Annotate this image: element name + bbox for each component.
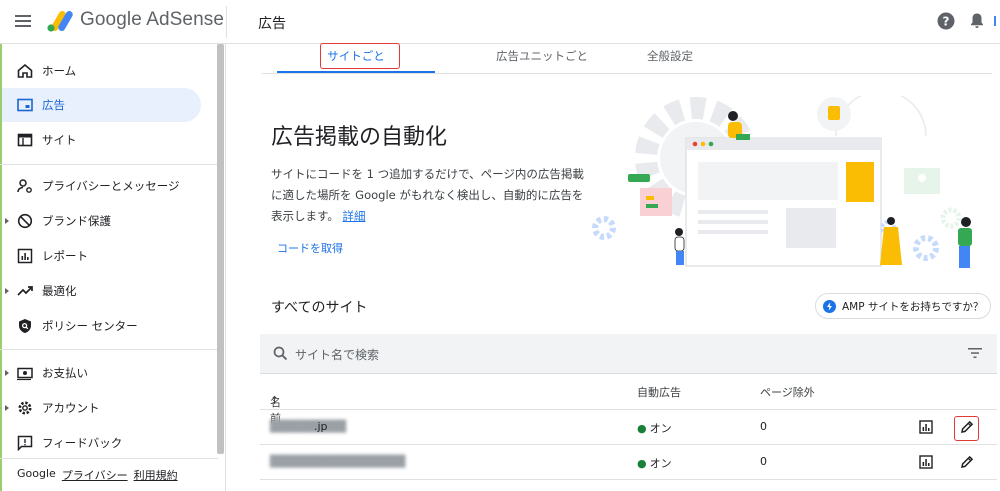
site-name-suffix: .jp bbox=[314, 420, 328, 433]
home-icon bbox=[17, 63, 33, 78]
hero-description: サイトにコードを 1 つ追加するだけで、ページ内の広告掲載に適した場所を Goo… bbox=[271, 164, 589, 227]
sidebar-item-privacy-messaging[interactable]: プライバシーとメッセージ bbox=[2, 169, 201, 203]
sidebar-item-feedback[interactable]: フィードバック bbox=[2, 426, 201, 460]
sidebar-item-account[interactable]: アカウント bbox=[2, 391, 201, 425]
help-icon[interactable]: ? bbox=[937, 12, 955, 30]
sidebar-item-label: 広告 bbox=[42, 98, 65, 112]
sidebar-divider bbox=[0, 458, 218, 459]
lightning-bolt-icon bbox=[823, 299, 836, 313]
edit-pencil-icon[interactable] bbox=[960, 455, 974, 469]
site-name-blurred: ████████████████ bbox=[270, 455, 406, 468]
sidebar-scrollbar[interactable] bbox=[217, 44, 224, 454]
payments-icon bbox=[17, 367, 33, 381]
sidebar-item-label: サイト bbox=[42, 133, 77, 147]
hero-description-text: サイトにコードを 1 つ追加するだけで、ページ内の広告掲載に適した場所を Goo… bbox=[271, 167, 584, 223]
sort-arrow-up-icon: ↑ bbox=[270, 394, 280, 407]
amp-sites-button[interactable]: AMP サイトをお持ちですか？ bbox=[815, 293, 991, 319]
sidebar-item-home[interactable]: ホーム bbox=[2, 54, 201, 88]
ads-icon bbox=[17, 98, 33, 112]
sidebar-item-label: お支払い bbox=[42, 366, 88, 380]
amp-button-label: AMP サイトをお持ちですか？ bbox=[842, 300, 984, 313]
privacy-link[interactable]: プライバシー bbox=[62, 467, 128, 483]
filter-icon[interactable] bbox=[968, 347, 982, 359]
sidebar-item-label: ホーム bbox=[42, 64, 77, 78]
sidebar-item-sites[interactable]: サイト bbox=[2, 123, 201, 157]
sidebar-item-label: 最適化 bbox=[42, 284, 77, 298]
active-tab-indicator bbox=[277, 71, 435, 73]
sidebar-item-payments[interactable]: お支払い bbox=[2, 356, 201, 390]
highlight-box bbox=[320, 43, 400, 69]
sites-icon bbox=[17, 133, 33, 147]
column-header-page-exclusions[interactable]: ページ除外 bbox=[760, 384, 815, 400]
sidebar-item-label: ブランド保護 bbox=[42, 214, 111, 228]
avatar[interactable] bbox=[994, 16, 1000, 26]
learn-more-link[interactable]: 詳細 bbox=[343, 209, 366, 223]
policy-shield-icon bbox=[19, 319, 31, 333]
search-input[interactable]: サイト名で検索 bbox=[295, 346, 379, 363]
sidebar-item-label: フィードバック bbox=[42, 436, 123, 450]
get-code-button[interactable]: コードを取得 bbox=[277, 240, 343, 256]
site-search-bar[interactable]: サイト名で検索 bbox=[260, 334, 997, 374]
sidebar-item-brand-safety[interactable]: ブランド保護 bbox=[2, 204, 201, 238]
svg-text:?: ? bbox=[943, 15, 950, 29]
sidebar-item-reports[interactable]: レポート bbox=[2, 239, 201, 273]
tab-global-settings[interactable]: 全般設定 bbox=[612, 44, 728, 74]
status-dot-icon: ● bbox=[637, 422, 647, 435]
search-icon bbox=[273, 346, 288, 361]
person-settings-icon bbox=[17, 179, 32, 193]
tab-by-ad-unit[interactable]: 広告ユニットごと bbox=[462, 44, 622, 74]
sidebar-item-optimization[interactable]: 最適化 bbox=[2, 274, 201, 308]
sidebar-item-label: ポリシー センター bbox=[42, 319, 138, 333]
feedback-icon bbox=[17, 435, 33, 451]
page-exclusions-count: 0 bbox=[760, 420, 767, 433]
column-header-auto-ads[interactable]: 自動広告 bbox=[637, 384, 681, 400]
table-header: 名前 ↑ 自動広告 ページ除外 bbox=[260, 374, 997, 425]
adsense-logo-icon[interactable] bbox=[46, 9, 74, 33]
report-icon[interactable] bbox=[919, 455, 933, 469]
gear-icon bbox=[18, 401, 32, 415]
auto-ads-status: ● オン bbox=[637, 420, 672, 436]
table-row[interactable]: █████████ .jp ● オン 0 bbox=[260, 410, 997, 445]
sidebar-footer: Google プライバシー 利用規約 bbox=[17, 467, 178, 483]
highlight-box bbox=[954, 416, 979, 441]
sidebar-item-label: レポート bbox=[42, 249, 88, 263]
report-icon[interactable] bbox=[919, 420, 933, 434]
status-dot-icon: ● bbox=[637, 457, 647, 470]
hero-title: 広告掲載の自動化 bbox=[271, 125, 448, 150]
site-name-blurred: █████████ bbox=[270, 420, 347, 433]
auto-ads-status-label: オン bbox=[649, 422, 672, 435]
auto-ads-status: ● オン bbox=[637, 455, 672, 471]
all-sites-heading: すべてのサイト bbox=[271, 300, 368, 316]
sidebar-divider bbox=[0, 164, 218, 165]
block-icon bbox=[17, 213, 33, 229]
top-app-bar: Google AdSense 広告 ? bbox=[0, 0, 1000, 44]
sidebar-item-label: プライバシーとメッセージ bbox=[42, 179, 180, 193]
report-chart-icon bbox=[17, 248, 33, 264]
auto-ads-illustration bbox=[592, 96, 972, 268]
page-exclusions-count: 0 bbox=[760, 455, 767, 468]
app-brand[interactable]: Google AdSense bbox=[80, 9, 224, 31]
page-title: 広告 bbox=[258, 16, 286, 32]
sidebar-divider bbox=[0, 349, 218, 350]
notifications-bell-icon[interactable] bbox=[969, 12, 985, 30]
auto-ads-status-label: オン bbox=[649, 457, 672, 470]
footer-google: Google bbox=[17, 467, 56, 480]
side-navigation: ホーム 広告 サイト プライバシーとメッセージ ブランド保護 レポート 最適化 … bbox=[0, 44, 226, 491]
menu-icon[interactable] bbox=[14, 12, 32, 30]
sidebar-item-ads[interactable]: 広告 bbox=[2, 88, 201, 122]
trending-up-icon bbox=[17, 286, 33, 296]
sidebar-item-label: アカウント bbox=[42, 401, 100, 415]
table-row[interactable]: ████████████████ ● オン 0 bbox=[260, 445, 997, 480]
sidebar-item-policy-center[interactable]: ポリシー センター bbox=[2, 309, 201, 343]
terms-link[interactable]: 利用規約 bbox=[134, 467, 178, 483]
header-divider bbox=[226, 6, 227, 38]
